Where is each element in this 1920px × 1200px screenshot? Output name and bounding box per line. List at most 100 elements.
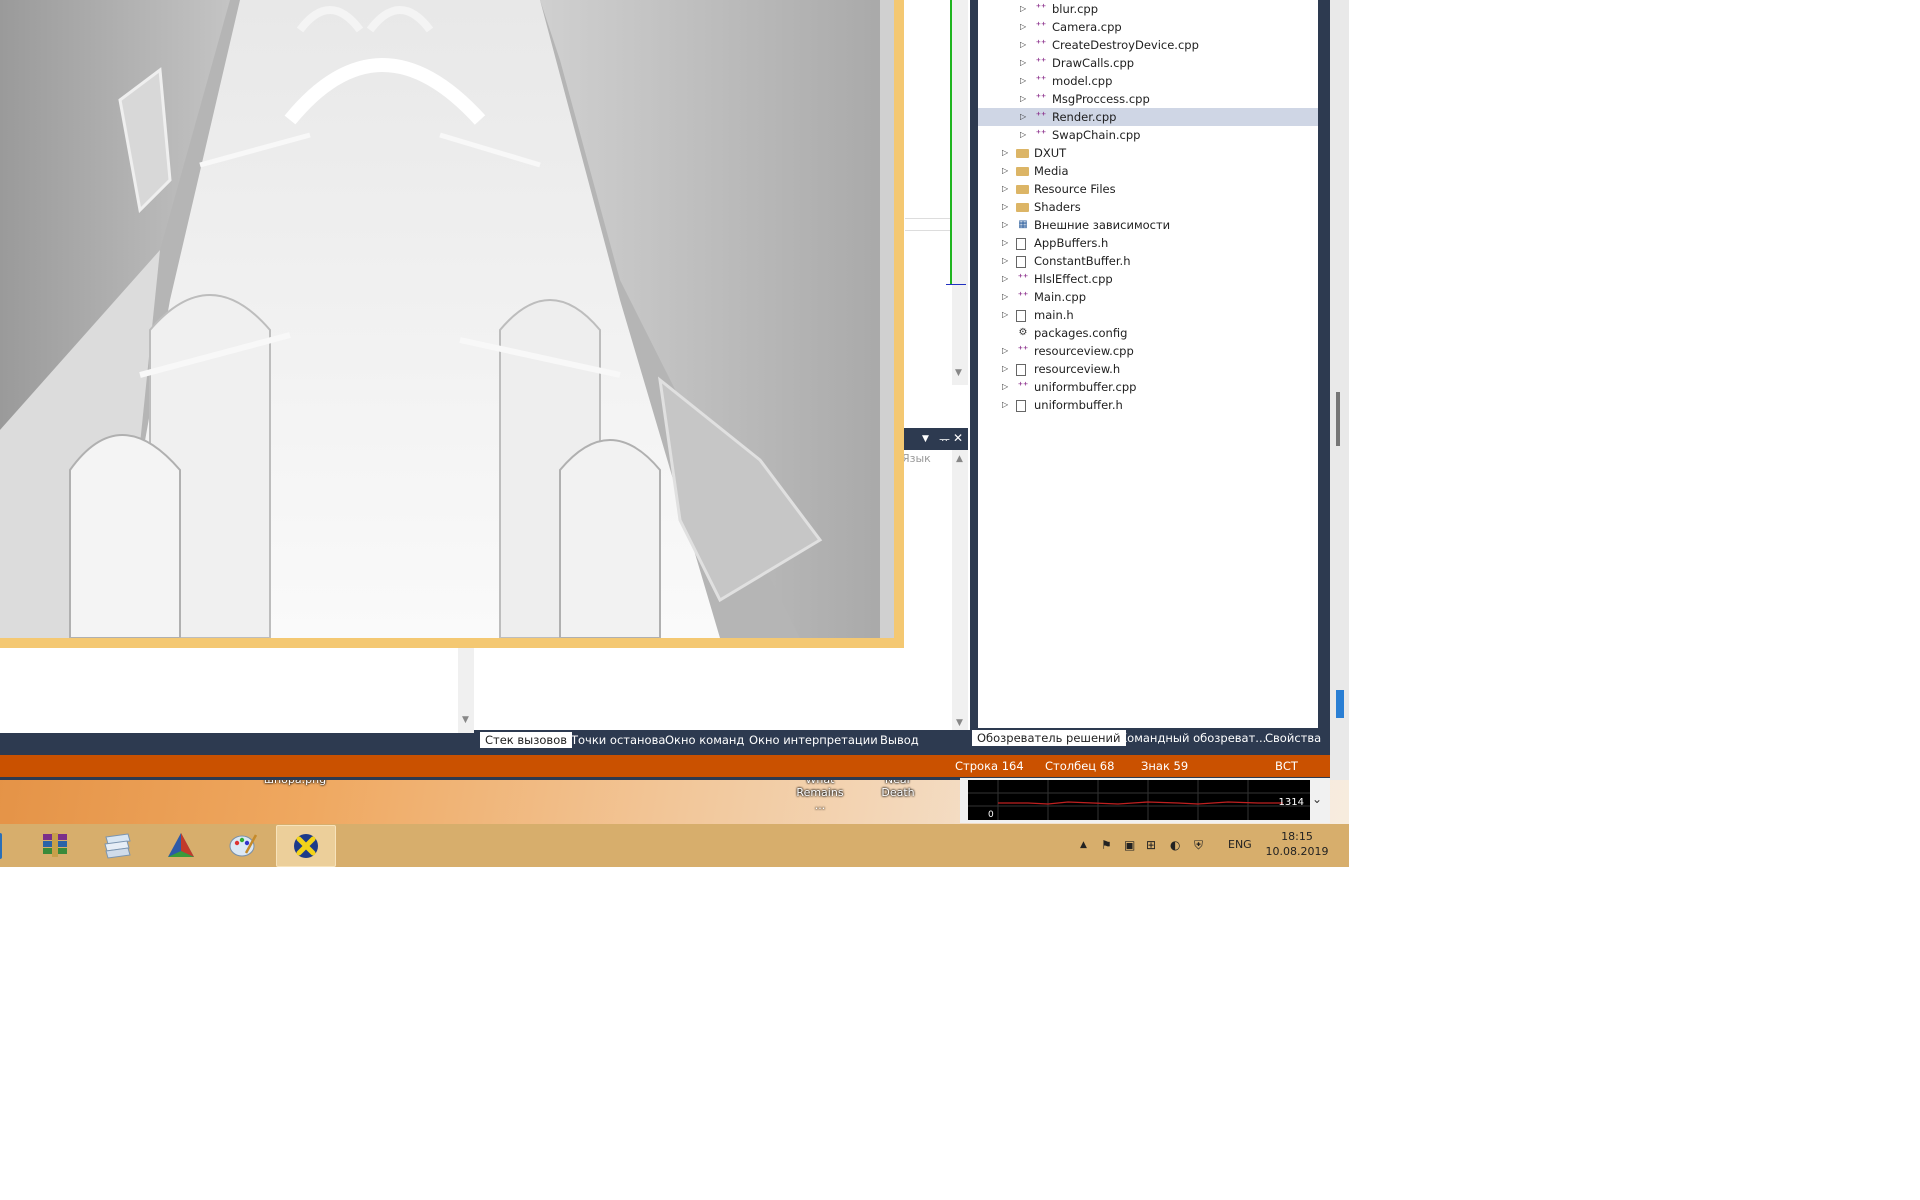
solution-item[interactable]: ▷ ⁺⁺ uniformbuffer.cpp — [978, 378, 1318, 396]
tab-solution-explorer[interactable]: Обозреватель решений — [972, 730, 1126, 746]
scroll-up-arrow-icon[interactable]: ▲ — [956, 454, 963, 464]
expand-arrow-icon[interactable]: ▷ — [1020, 36, 1030, 54]
taskbar-app-directx[interactable] — [276, 825, 336, 867]
tray-volume-icon[interactable]: ◐ — [1170, 838, 1180, 852]
solution-item-label: MsgProccess.cpp — [1052, 92, 1150, 106]
rendered-scene-image — [0, 0, 894, 638]
splitter-handle[interactable] — [1336, 392, 1340, 446]
expand-arrow-icon[interactable]: ▷ — [1020, 18, 1030, 36]
close-icon[interactable]: ✕ — [953, 431, 963, 445]
solution-item[interactable]: ▷ ⁺⁺ Main.cpp — [978, 288, 1318, 306]
solution-item[interactable]: ▷ ⁺⁺ MsgProccess.cpp — [978, 90, 1318, 108]
expand-arrow-icon[interactable]: ▷ — [1002, 234, 1012, 252]
expand-arrow-icon[interactable]: ▷ — [1002, 360, 1012, 378]
expand-arrow-icon[interactable]: ▷ — [1002, 306, 1012, 324]
tab-call-stack[interactable]: Стек вызовов — [480, 732, 573, 748]
pane-scrollbar[interactable]: ▲ ▼ — [952, 450, 968, 732]
pin-icon[interactable]: ᅲ — [939, 431, 950, 448]
solution-item-label: AppBuffers.h — [1034, 236, 1109, 250]
tray-expand-icon[interactable]: ▲ — [1080, 840, 1087, 850]
performance-widget: 1314 0 ⌄ — [960, 778, 1330, 823]
expand-arrow-icon[interactable]: ▷ — [1020, 0, 1030, 18]
solution-item[interactable]: ▷ ⁺⁺ resourceview.cpp — [978, 342, 1318, 360]
expand-arrow-icon[interactable]: ▷ — [1002, 378, 1012, 396]
expand-arrow-icon[interactable]: ▷ — [1020, 90, 1030, 108]
header-file-icon — [1016, 364, 1026, 376]
taskbar-app-paint[interactable] — [214, 825, 272, 865]
solution-item[interactable]: ▷ AppBuffers.h — [978, 234, 1318, 252]
tab-breakpoints[interactable]: Точки останова — [566, 732, 670, 748]
solution-item[interactable]: ▷ resourceview.h — [978, 360, 1318, 378]
scroll-down-arrow-icon[interactable]: ▼ — [956, 718, 963, 728]
tray-network-icon[interactable]: ⊞ — [1146, 838, 1156, 852]
taskbar-app-winrar[interactable] — [26, 825, 84, 865]
tab-output[interactable]: Вывод — [875, 732, 924, 748]
status-mode: ВСТ — [1275, 759, 1298, 773]
solution-item-label: blur.cpp — [1052, 2, 1099, 16]
solution-item[interactable]: ▷ main.h — [978, 306, 1318, 324]
tray-network-flag-icon[interactable]: ⚑ — [1101, 838, 1112, 852]
taskbar-app-triangle[interactable] — [152, 825, 210, 865]
solution-item[interactable]: ▷ uniformbuffer.h — [978, 396, 1318, 414]
solution-item[interactable]: ▷ ⁺⁺ DrawCalls.cpp — [978, 54, 1318, 72]
expand-arrow-icon[interactable]: ▷ — [1002, 270, 1012, 288]
scroll-down-arrow-icon[interactable]: ▼ — [955, 368, 962, 378]
solution-item[interactable]: ▷ ConstantBuffer.h — [978, 252, 1318, 270]
tab-team-explorer[interactable]: Командный обозреват... — [1114, 730, 1271, 746]
output-scrollbar[interactable]: ▼ — [458, 641, 474, 733]
expand-arrow-icon[interactable]: ▷ — [1002, 144, 1012, 162]
solution-item[interactable]: ▷ Resource Files — [978, 180, 1318, 198]
tray-display-icon[interactable]: ▣ — [1124, 838, 1135, 852]
render-viewport[interactable] — [0, 0, 894, 638]
expand-arrow-icon[interactable]: ▷ — [1020, 126, 1030, 144]
cpp-file-icon: ⁺⁺ — [1017, 273, 1029, 284]
render-window[interactable] — [0, 0, 904, 648]
taskbar-app-partial[interactable] — [0, 825, 8, 865]
solution-item[interactable]: ▷ ▦ Внешние зависимости — [978, 216, 1318, 234]
dropdown-icon[interactable]: ▼ — [922, 434, 929, 444]
tab-properties[interactable]: Свойства — [1260, 730, 1326, 746]
performance-value: 1314 — [1278, 797, 1304, 808]
solution-item-label: DrawCalls.cpp — [1052, 56, 1135, 70]
solution-item[interactable]: ⚙ packages.config — [978, 324, 1318, 342]
expand-arrow-icon[interactable]: ▷ — [1002, 198, 1012, 216]
solution-item[interactable]: ▷ ⁺⁺ HlslEffect.cpp — [978, 270, 1318, 288]
scroll-down-arrow-icon[interactable]: ▼ — [462, 715, 469, 725]
expand-arrow-icon[interactable]: ▷ — [1002, 216, 1012, 234]
taskbar-app-stack[interactable] — [88, 825, 146, 865]
tray-shield-icon[interactable]: ⛨ — [1194, 838, 1203, 853]
solution-item[interactable]: ▷ ⁺⁺ Camera.cpp — [978, 18, 1318, 36]
expand-arrow-icon[interactable]: ▷ — [1020, 108, 1030, 126]
editor-scrollbar[interactable]: ▼ — [946, 0, 968, 385]
chevron-down-icon[interactable]: ⌄ — [1312, 792, 1322, 806]
folder-icon — [1016, 185, 1029, 194]
cpp-file-icon: ⁺⁺ — [1017, 345, 1029, 356]
expand-arrow-icon[interactable]: ▷ — [1002, 342, 1012, 360]
expand-arrow-icon[interactable]: ▷ — [1020, 72, 1030, 90]
tab-immediate-window[interactable]: Окно интерпретации — [744, 732, 883, 748]
expand-arrow-icon[interactable]: ▷ — [1002, 252, 1012, 270]
status-line: Строка 164 — [955, 759, 1024, 773]
solution-item[interactable]: ▷ ⁺⁺ CreateDestroyDevice.cpp — [978, 36, 1318, 54]
language-indicator[interactable]: ENG — [1228, 838, 1252, 851]
solution-item[interactable]: ▷ ⁺⁺ SwapChain.cpp — [978, 126, 1318, 144]
solution-item[interactable]: ▷ DXUT — [978, 144, 1318, 162]
solution-item[interactable]: ▷ Media — [978, 162, 1318, 180]
solution-item-label: resourceview.h — [1034, 362, 1121, 376]
clock[interactable]: 18:15 10.08.2019 — [1262, 829, 1332, 859]
solution-explorer-tree[interactable]: ▷ ⁺⁺ blur.cpp ▷ ⁺⁺ Camera.cpp ▷ ⁺⁺ CreateDestroy… — [978, 0, 1318, 728]
performance-graph: 1314 0 — [968, 780, 1310, 820]
expand-arrow-icon[interactable]: ▷ — [1002, 288, 1012, 306]
solution-item[interactable]: ▷ ⁺⁺ model.cpp — [978, 72, 1318, 90]
paint-palette-icon — [229, 834, 258, 857]
solution-item[interactable]: ▷ ⁺⁺ blur.cpp — [978, 0, 1318, 18]
expand-arrow-icon[interactable]: ▷ — [1020, 54, 1030, 72]
expand-arrow-icon[interactable]: ▷ — [1002, 162, 1012, 180]
solution-item-label: Resource Files — [1034, 182, 1116, 196]
solution-item-label: Media — [1034, 164, 1069, 178]
solution-item[interactable]: ▷ Shaders — [978, 198, 1318, 216]
expand-arrow-icon[interactable]: ▷ — [1002, 180, 1012, 198]
solution-item[interactable]: ▷ ⁺⁺ Render.cpp — [978, 108, 1318, 126]
tab-command-window[interactable]: Окно команд — [660, 732, 749, 748]
expand-arrow-icon[interactable]: ▷ — [1002, 396, 1012, 414]
